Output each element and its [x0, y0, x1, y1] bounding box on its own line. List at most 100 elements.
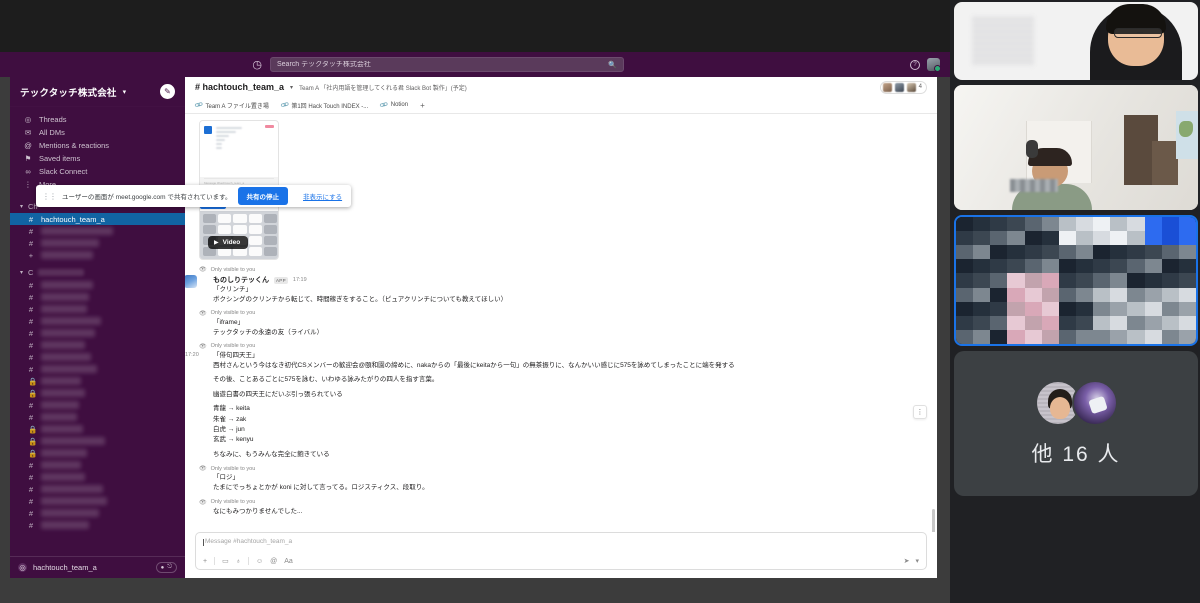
bookmark-label: 第1回 Hack Touch INDEX -...: [291, 101, 368, 110]
hash-icon: #: [28, 401, 34, 410]
message-row[interactable]: なにもみつかりませんでした...: [185, 506, 937, 517]
sidebar-channel-hachtouch-team-a[interactable]: # hachtouch_team_a: [10, 213, 185, 225]
message-list[interactable]: Message #hachtouch_team_a 有の停止 非表示にする: [185, 114, 937, 532]
participant-video-2: [954, 85, 1198, 210]
sidebar-channel-redacted[interactable]: 🔒: [10, 423, 185, 435]
channel-topic[interactable]: Team A 「社内用語を管理してくれる君 Slack Bot 製作」(予定): [299, 83, 467, 92]
stop-sharing-button[interactable]: 共有の停止: [238, 187, 289, 205]
send-icon[interactable]: ➤: [904, 557, 910, 565]
sidebar-channel-redacted[interactable]: #: [10, 483, 185, 495]
mentions-icon: @: [24, 141, 32, 150]
huddle-controls[interactable]: ● ⎋: [156, 562, 177, 573]
sidebar-item-saved-items[interactable]: ⚑ Saved items: [10, 152, 185, 165]
sidebar-channel-redacted[interactable]: #: [10, 225, 185, 237]
overflow-participants-tile[interactable]: 他 16 人: [954, 351, 1198, 496]
sidebar-channel-redacted[interactable]: #: [10, 411, 185, 423]
video-play-badge[interactable]: ▶ Video: [208, 236, 248, 249]
sidebar-channel-redacted[interactable]: #: [10, 315, 185, 327]
message-more-actions-button[interactable]: ⋮: [913, 405, 927, 419]
sidebar-channel-scroll[interactable]: ▾ Ch # hachtouch_team_a # # +: [10, 195, 185, 556]
pixel-block: [1025, 217, 1042, 231]
sidebar-channel-redacted[interactable]: #: [10, 471, 185, 483]
more-icon: ⋮: [24, 180, 32, 189]
sidebar-channel-redacted[interactable]: #: [10, 339, 185, 351]
lock-icon: 🔒: [28, 389, 34, 398]
pixel-block: [1127, 273, 1144, 287]
sidebar-channel-redacted[interactable]: #: [10, 507, 185, 519]
pixel-block: [1007, 316, 1024, 330]
sidebar-channel-redacted[interactable]: #: [10, 495, 185, 507]
message-row[interactable]: 「ロジ」 たまにでっちょとかが koni に対して言ってる。ロジスティクス、段取…: [185, 472, 937, 494]
sidebar-channel-redacted[interactable]: #: [10, 399, 185, 411]
composer-toolbar: + ▭ ♁ ☺ @ Aa ➤ ▾: [203, 557, 919, 565]
section-header-second[interactable]: ▾ C: [10, 265, 185, 279]
sidebar-item-mentions[interactable]: @ Mentions & reactions: [10, 139, 185, 152]
visibility-label: Only visible to you: [211, 310, 256, 316]
sidebar-channel-redacted[interactable]: #: [10, 327, 185, 339]
sidebar-channel-redacted[interactable]: 🔒: [10, 375, 185, 387]
pixel-block: [1145, 217, 1162, 231]
mention-icon[interactable]: @: [270, 558, 277, 565]
mic-icon[interactable]: ●: [161, 565, 165, 571]
message-row[interactable]: 17:20 「俳句四天王」 西村さんという今はなき初代CSメンバーの歓迎会@頤和…: [185, 350, 937, 461]
blurred-background: [972, 16, 1034, 66]
video-icon[interactable]: ▭: [222, 557, 229, 565]
pixel-block: [973, 273, 990, 287]
sidebar-channel-redacted[interactable]: #: [10, 519, 185, 531]
search-input[interactable]: Search テックタッチ株式会社 🔍: [270, 57, 624, 72]
sidebar-channel-redacted[interactable]: #: [10, 279, 185, 291]
bookmark-hack-touch-index[interactable]: 🔗 第1回 Hack Touch INDEX -...: [281, 101, 368, 110]
bookmark-team-a-files[interactable]: 🔗 Team A ファイル置き場: [195, 101, 269, 110]
channel-label-redacted: [41, 461, 81, 469]
message-scrollbar[interactable]: [932, 509, 935, 532]
help-icon[interactable]: ?: [910, 60, 920, 70]
workspace-name: テックタッチ株式会社: [20, 85, 117, 99]
channel-title[interactable]: # hachtouch_team_a: [195, 82, 284, 92]
participant-tile-1[interactable]: [954, 2, 1198, 80]
sidebar-channel-redacted[interactable]: 🔒: [10, 447, 185, 459]
pixel-block: [1110, 231, 1127, 245]
sidebar-channel-redacted[interactable]: 🔒: [10, 387, 185, 399]
headphone-icon[interactable]: ⎋: [167, 564, 172, 571]
participant-tile-3-active-speaker[interactable]: [954, 215, 1198, 346]
plus-icon[interactable]: +: [203, 558, 207, 565]
sidebar-channel-redacted[interactable]: #: [10, 459, 185, 471]
sidebar-item-all-dms[interactable]: ✉ All DMs: [10, 126, 185, 139]
room-shelf-2: [1152, 141, 1178, 185]
message-row[interactable]: 「iframe」 テックタッチの永遠の友（ライバル）: [185, 317, 937, 339]
sidebar-channel-redacted[interactable]: #: [10, 303, 185, 315]
user-avatar[interactable]: [927, 58, 940, 71]
hide-notification-link[interactable]: 非表示にする: [294, 191, 351, 201]
sidebar-channel-redacted[interactable]: #: [10, 291, 185, 303]
pixel-block: [1179, 316, 1196, 330]
microphone-icon[interactable]: ♁: [236, 558, 241, 565]
participant-tile-2[interactable]: [954, 85, 1198, 210]
sidebar-channel-redacted[interactable]: 🔒: [10, 435, 185, 447]
bookmark-notion[interactable]: 🔗 Notion: [380, 102, 408, 109]
add-bookmark-button[interactable]: +: [420, 101, 425, 110]
sidebar-item-slack-connect[interactable]: ∞ Slack Connect: [10, 165, 185, 178]
avatar[interactable]: [185, 275, 197, 288]
pixel-block: [1059, 273, 1076, 287]
emoji-icon[interactable]: ☺: [256, 558, 263, 565]
sidebar-add-channel[interactable]: +: [10, 249, 185, 261]
pixel-block: [1093, 217, 1110, 231]
message-row[interactable]: ものしりテッくん APP 17:19 「クリンチ」 ボクシングのクリンチから転じ…: [185, 274, 937, 306]
compose-icon[interactable]: ✎: [160, 84, 175, 99]
sidebar-huddle-footer[interactable]: ◎ hachtouch_team_a ● ⎋: [10, 556, 185, 578]
chevron-down-icon[interactable]: ▾: [915, 557, 919, 565]
member-count-button[interactable]: 4: [880, 81, 927, 94]
workspace-header[interactable]: テックタッチ株式会社 ▾ ✎: [10, 77, 185, 107]
sidebar-channel-redacted[interactable]: #: [10, 351, 185, 363]
chevron-down-icon[interactable]: ▾: [290, 84, 293, 91]
drag-grip-icon[interactable]: ⋮⋮: [42, 192, 56, 201]
message-author[interactable]: ものしりテッくん: [213, 275, 269, 285]
section-label: C: [28, 268, 33, 277]
message-composer[interactable]: Message #hachtouch_team_a + ▭ ♁ ☺ @ Aa ➤…: [195, 532, 927, 570]
sidebar-channel-redacted[interactable]: #: [10, 363, 185, 375]
clock-icon[interactable]: ◷: [252, 58, 262, 71]
format-text-icon[interactable]: Aa: [284, 558, 293, 565]
sidebar-item-threads[interactable]: ◎ Threads: [10, 113, 185, 126]
sidebar-channel-redacted[interactable]: #: [10, 237, 185, 249]
pixel-block: [1042, 217, 1059, 231]
